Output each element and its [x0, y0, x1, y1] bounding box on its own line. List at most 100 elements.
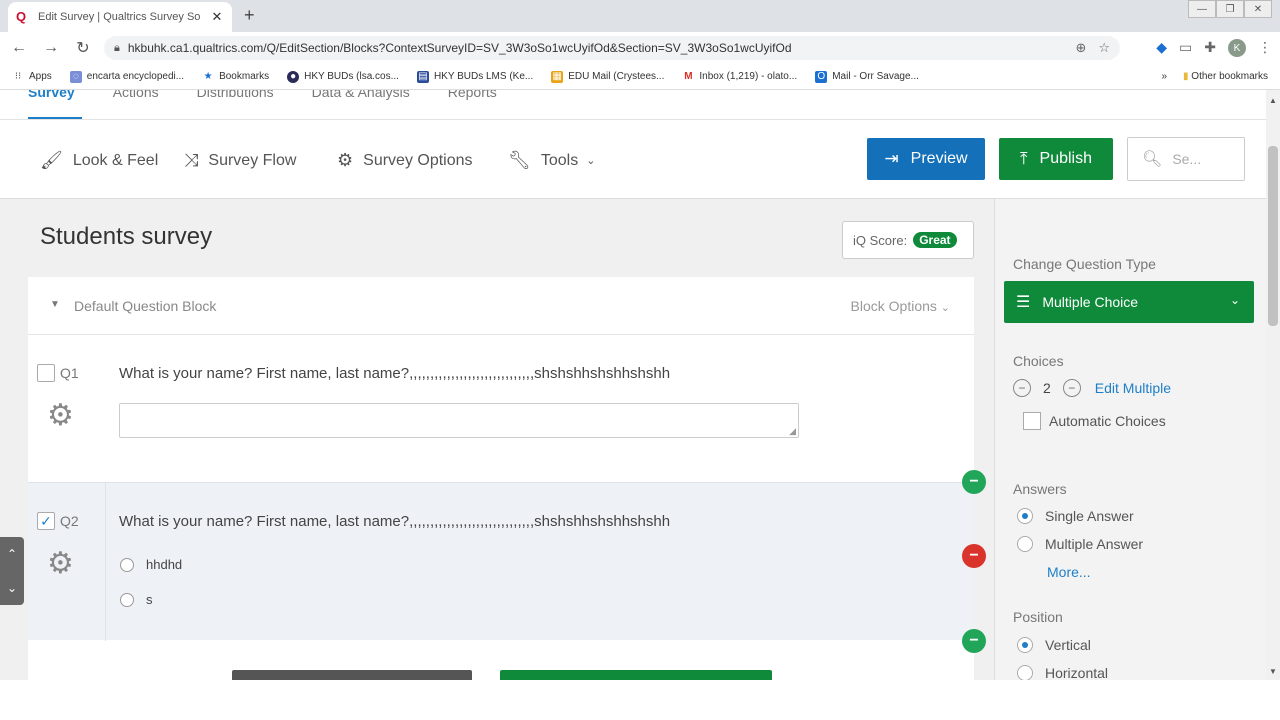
- more-bookmarks-icon[interactable]: »: [1161, 71, 1167, 82]
- bookmark-item[interactable]: ▦ EDU Mail (Crystees...: [551, 70, 664, 83]
- bookmark-item[interactable]: M Inbox (1,219) - olato...: [682, 71, 797, 83]
- add-question-icon[interactable]: −: [962, 629, 986, 653]
- search-input[interactable]: 🔍︎ Se...: [1127, 137, 1245, 181]
- bookmarks-bar: ⁝⁝ Apps ◌ encarta encyclopedi... ★ Bookmark…: [0, 64, 1280, 90]
- single-answer-option[interactable]: Single Answer: [1017, 508, 1134, 524]
- wrench-icon: 🔧︎: [508, 150, 531, 170]
- bookmark-item[interactable]: ● HKY BUDs (lsa.cos...: [287, 70, 399, 83]
- resize-grip-icon[interactable]: ◢: [789, 426, 796, 437]
- flow-icon: ⤨: [184, 150, 199, 170]
- radio-button[interactable]: [1017, 536, 1033, 552]
- survey-flow-button[interactable]: ⤨ Survey Flow: [184, 150, 296, 171]
- tab-data-analysis[interactable]: Data & Analysis: [312, 90, 410, 100]
- maximize-icon[interactable]: ❐: [1216, 0, 1244, 18]
- question-checkbox[interactable]: ✓: [37, 512, 55, 530]
- tab-reports[interactable]: Reports: [448, 90, 497, 100]
- question-checkbox[interactable]: [37, 364, 55, 382]
- radio-button[interactable]: [1017, 508, 1033, 524]
- question-id: Q2: [60, 513, 79, 529]
- extension-icons: ◆ ▭ ✚ K ⋮: [1156, 39, 1272, 57]
- tools-dropdown[interactable]: 🔧︎ Tools ⌄: [508, 150, 595, 171]
- forward-icon[interactable]: →: [38, 39, 64, 57]
- radio-button[interactable]: [120, 592, 134, 607]
- puzzle-icon[interactable]: ✚: [1204, 39, 1216, 57]
- block-options-dropdown[interactable]: Block Options ⌄: [851, 298, 950, 314]
- zoom-icon[interactable]: ⊕: [1075, 40, 1086, 56]
- close-tab-icon[interactable]: ✕: [210, 9, 224, 25]
- reading-list-icon[interactable]: ▭: [1179, 39, 1192, 57]
- browser-tab[interactable]: Q Edit Survey | Qualtrics Survey So ✕: [8, 2, 232, 32]
- new-tab-icon[interactable]: +: [244, 5, 255, 26]
- move-down-icon[interactable]: ⌄: [7, 581, 17, 595]
- question-q1[interactable]: Q1 ⚙ What is your name? First name, last…: [28, 335, 974, 481]
- remove-question-icon[interactable]: −: [962, 544, 986, 568]
- bookmark-item[interactable]: O Mail - Orr Savage...: [815, 70, 919, 83]
- gear-icon[interactable]: ⚙: [47, 549, 74, 579]
- bookmark-item[interactable]: ▤ HKY BUDs LMS (Ke...: [416, 70, 533, 83]
- position-label: Position: [1013, 609, 1063, 625]
- publish-button[interactable]: ⤒ Publish: [999, 138, 1113, 180]
- bookmark-item[interactable]: ★ Bookmarks: [202, 70, 270, 83]
- iq-score[interactable]: iQ Score: Great: [842, 221, 974, 259]
- back-icon[interactable]: ←: [6, 39, 32, 57]
- increment-icon[interactable]: −: [1062, 379, 1081, 397]
- multiple-answer-option[interactable]: Multiple Answer: [1017, 536, 1143, 552]
- radio-button[interactable]: [1017, 637, 1033, 653]
- choice-item[interactable]: hhdhd: [120, 557, 182, 572]
- radio-button[interactable]: [1017, 665, 1033, 680]
- tab-distributions[interactable]: Distributions: [197, 90, 274, 100]
- other-bookmarks[interactable]: ▮ Other bookmarks: [1183, 71, 1268, 82]
- automatic-choices-checkbox[interactable]: Automatic Choices: [1023, 412, 1166, 430]
- vertical-option[interactable]: Vertical: [1017, 637, 1091, 653]
- extension-icon[interactable]: ◆: [1156, 39, 1167, 57]
- url-text: hkbuhk.ca1.qualtrics.com/Q/EditSection/B…: [127, 41, 792, 55]
- decrement-icon[interactable]: −: [1013, 379, 1031, 397]
- gear-icon: ⚙: [337, 150, 354, 170]
- scroll-thumb[interactable]: [1268, 146, 1278, 326]
- gear-icon[interactable]: ⚙: [47, 401, 74, 431]
- survey-options-button[interactable]: ⚙ Survey Options: [337, 150, 473, 171]
- star-icon: ★: [203, 70, 213, 82]
- apps-grid-icon: ⁝⁝: [14, 70, 22, 82]
- bookmark-star-icon[interactable]: ☆: [1098, 40, 1110, 56]
- horizontal-option[interactable]: Horizontal: [1017, 665, 1108, 680]
- browser-toolbar: ← → ↻ 🔒︎ hkbuhk.ca1.qualtrics.com/Q/Edit…: [0, 32, 1280, 64]
- paintbrush-icon: 🖌︎: [40, 150, 63, 170]
- collapse-triangle-icon[interactable]: ▼: [50, 299, 60, 310]
- menu-icon[interactable]: ⋮: [1258, 39, 1272, 57]
- edit-multiple-link[interactable]: Edit Multiple: [1095, 380, 1171, 396]
- scroll-down-icon[interactable]: ▼: [1269, 667, 1277, 676]
- question-q2[interactable]: ✓ Q2 ⚙ What is your name? First name, la…: [28, 482, 974, 641]
- close-window-icon[interactable]: ✕: [1244, 0, 1272, 18]
- address-bar[interactable]: 🔒︎ hkbuhk.ca1.qualtrics.com/Q/EditSectio…: [104, 36, 1120, 60]
- add-question-icon[interactable]: −: [962, 470, 986, 494]
- block-name[interactable]: Default Question Block: [74, 298, 216, 314]
- question-text[interactable]: What is your name? First name, last name…: [119, 365, 670, 382]
- chevron-down-icon: ⌄: [586, 155, 596, 167]
- qualtrics-favicon-icon: Q: [16, 9, 27, 24]
- bookmark-apps[interactable]: ⁝⁝ Apps: [12, 71, 52, 83]
- scroll-up-icon[interactable]: ▲: [1269, 96, 1277, 105]
- question-text[interactable]: What is your name? First name, last name…: [119, 513, 670, 530]
- tab-actions[interactable]: Actions: [113, 90, 159, 100]
- question-move-buttons: ⌃ ⌄: [0, 537, 24, 605]
- chevron-down-icon: ⌄: [940, 302, 950, 314]
- preview-icon: ⇥: [884, 149, 899, 168]
- checkbox[interactable]: [1023, 412, 1041, 430]
- text-entry-field[interactable]: ◢: [119, 403, 799, 438]
- minimize-icon[interactable]: —: [1188, 0, 1216, 18]
- survey-title[interactable]: Students survey: [40, 223, 212, 251]
- profile-avatar[interactable]: K: [1228, 39, 1246, 57]
- look-feel-button[interactable]: 🖌︎ Look & Feel: [40, 150, 158, 171]
- browser-tabstrip: Q Edit Survey | Qualtrics Survey So ✕ + …: [0, 0, 1280, 32]
- question-type-dropdown[interactable]: ☰ Multiple Choice ⌄: [1004, 281, 1254, 323]
- bookmark-item[interactable]: ◌ encarta encyclopedi...: [69, 70, 184, 83]
- preview-button[interactable]: ⇥ Preview: [867, 138, 985, 180]
- choice-item[interactable]: s: [120, 592, 153, 607]
- radio-button[interactable]: [120, 557, 134, 572]
- page-scrollbar[interactable]: ▲ ▼: [1266, 90, 1280, 680]
- tab-survey[interactable]: Survey: [28, 90, 75, 100]
- move-up-icon[interactable]: ⌃: [7, 547, 17, 561]
- more-link[interactable]: More...: [1047, 564, 1091, 580]
- reload-icon[interactable]: ↻: [70, 38, 96, 58]
